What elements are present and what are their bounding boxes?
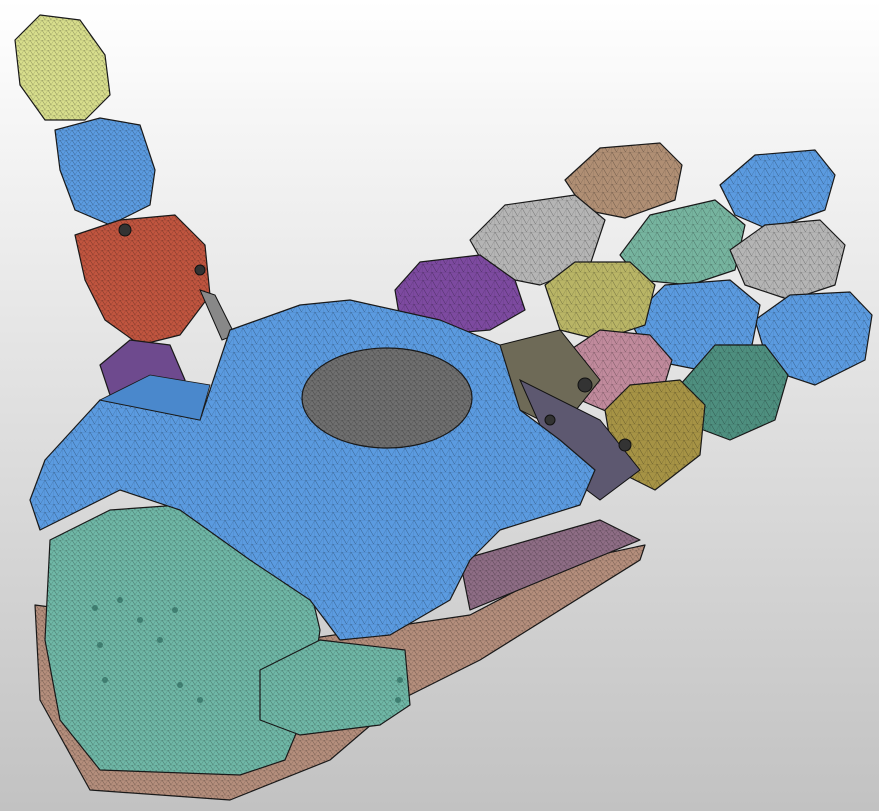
thumb — [14, 14, 236, 411]
mesh-viewport[interactable] — [0, 0, 879, 811]
hand-model-render — [14, 14, 873, 801]
palm-insert — [301, 347, 473, 449]
